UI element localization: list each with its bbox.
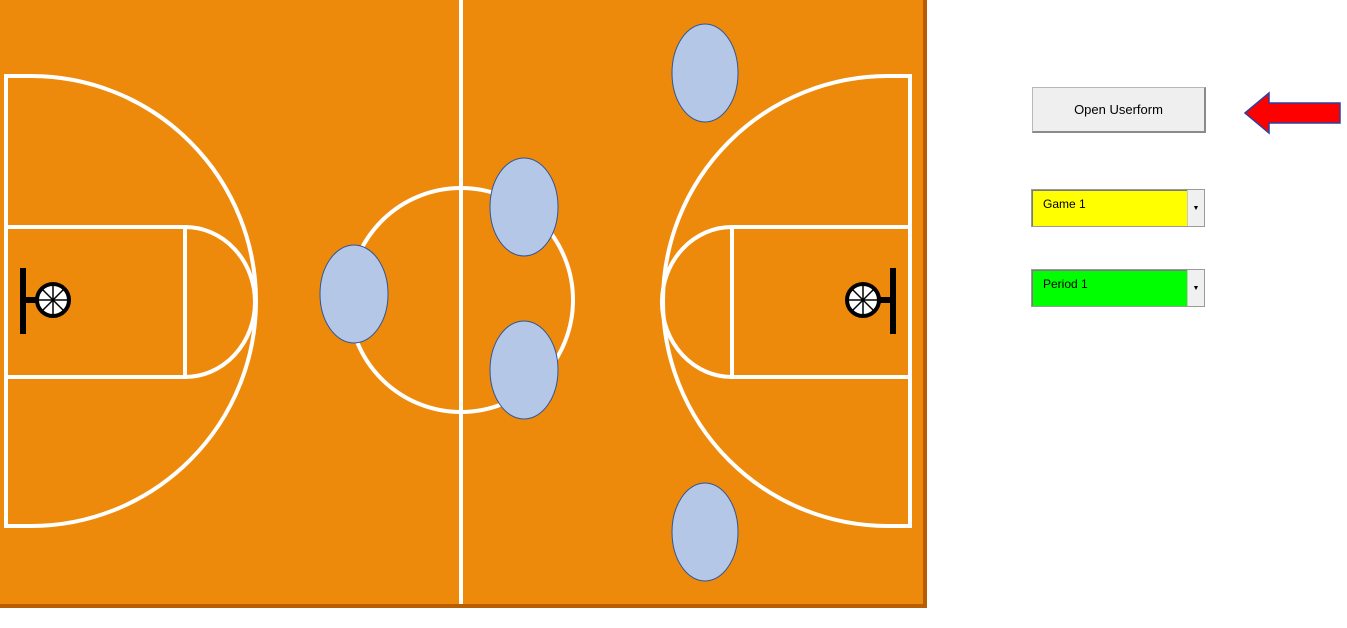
worksheet-canvas: Open Userform Game 1 ▼ Period 1 ▼ bbox=[0, 0, 1347, 628]
player-marker[interactable] bbox=[489, 157, 559, 257]
player-marker[interactable] bbox=[489, 320, 559, 420]
chevron-down-icon[interactable]: ▼ bbox=[1187, 270, 1204, 306]
period-select-value: Period 1 bbox=[1032, 270, 1187, 306]
game-select[interactable]: Game 1 ▼ bbox=[1031, 189, 1205, 227]
player-marker[interactable] bbox=[671, 23, 739, 123]
period-select[interactable]: Period 1 ▼ bbox=[1031, 269, 1205, 307]
player-marker[interactable] bbox=[319, 244, 389, 344]
pointer-arrow-icon bbox=[1243, 91, 1341, 135]
open-userform-button[interactable]: Open Userform bbox=[1032, 87, 1206, 133]
chevron-down-icon[interactable]: ▼ bbox=[1187, 190, 1204, 226]
game-select-value: Game 1 bbox=[1032, 190, 1187, 226]
player-marker[interactable] bbox=[671, 482, 739, 582]
basketball-court bbox=[0, 0, 927, 608]
